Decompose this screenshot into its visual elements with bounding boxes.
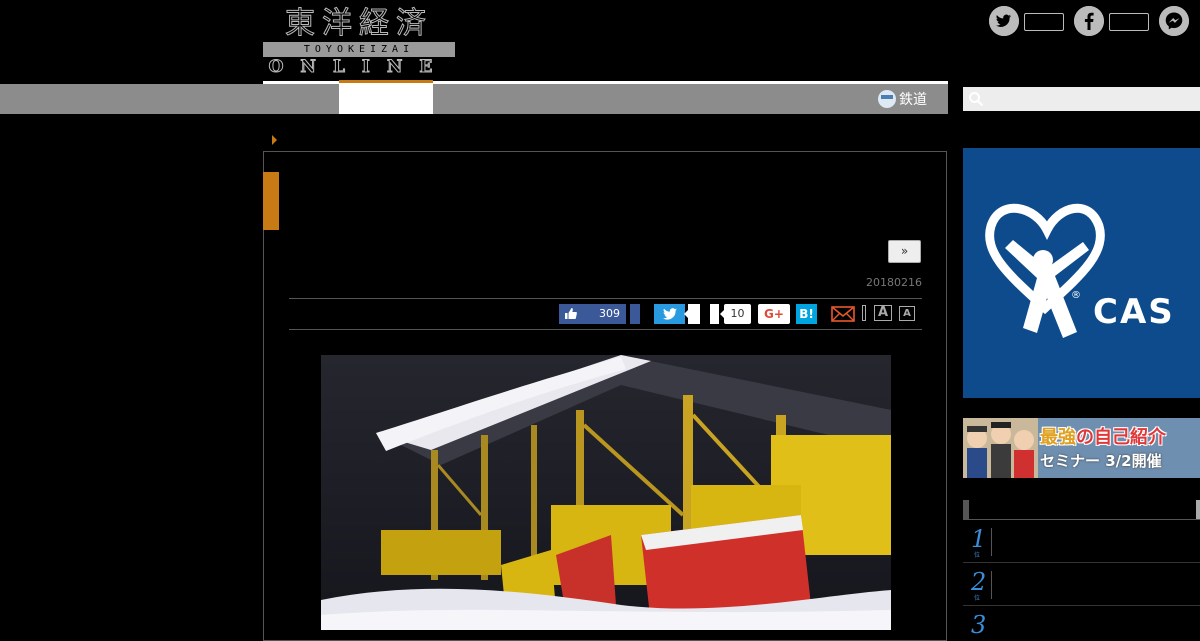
logo-kanji: 東洋経済: [285, 6, 433, 42]
search-icon[interactable]: [968, 91, 984, 107]
rank-divider: [991, 528, 992, 556]
facebook-like-count: 309: [599, 307, 620, 320]
ad-headline-rest: の自己紹介: [1076, 427, 1166, 448]
nav-item-railway[interactable]: 鉄道: [878, 87, 927, 111]
rank-suffix: 位: [974, 552, 981, 559]
ad-subline: セミナー 3/2開催: [1040, 452, 1162, 470]
share-separator: [862, 305, 866, 321]
ad-banner-seminar[interactable]: 最強の自己紹介 セミナー 3/2開催: [963, 418, 1200, 478]
hatena-bookmark-count: 10: [720, 304, 751, 324]
ranking-header: [963, 500, 1200, 520]
share-bottom-divider: [289, 329, 922, 330]
rank-number: 1: [971, 525, 987, 553]
article-photo: [321, 355, 891, 630]
ranking-item-2[interactable]: 2 位: [963, 563, 1200, 606]
rank-suffix: 位: [974, 595, 981, 602]
next-page-button[interactable]: »: [888, 240, 921, 263]
ranking-item-3[interactable]: 3: [963, 606, 1200, 638]
twitter-icon[interactable]: [989, 6, 1019, 36]
twitter-count-bubble: [1024, 13, 1064, 31]
font-size-large-button[interactable]: A: [874, 305, 892, 321]
mail-icon[interactable]: [831, 304, 855, 324]
train-icon: [878, 90, 896, 108]
facebook-share-button[interactable]: [630, 304, 640, 324]
ad-brand-text: CAS: [1093, 292, 1175, 332]
ad-headline-strong: 最強: [1040, 427, 1076, 448]
share-top-divider: [289, 298, 922, 299]
twitter-share-count: [684, 304, 700, 324]
ranking-item-1[interactable]: 1 位: [963, 520, 1200, 563]
nav-item-railway-label: 鉄道: [899, 92, 927, 108]
share-placeholder: [710, 304, 719, 324]
facebook-like-button[interactable]: 309: [559, 304, 626, 324]
facebook-icon[interactable]: [1074, 6, 1104, 36]
hatena-bookmark-button[interactable]: B!: [796, 304, 817, 324]
nav-bar: [0, 84, 948, 114]
logo-online: ONLINE: [268, 57, 450, 77]
gplus-share-button[interactable]: G+: [758, 304, 790, 324]
search-input[interactable]: [963, 87, 1200, 111]
breadcrumb-arrow-icon: [272, 135, 277, 145]
rank-divider: [991, 571, 992, 599]
ad-registered-mark: ®: [1071, 290, 1081, 301]
font-size-small-button[interactable]: A: [899, 306, 915, 321]
twitter-share-button[interactable]: [654, 304, 685, 324]
nav-tab-active[interactable]: [339, 80, 433, 114]
facebook-count-bubble: [1109, 13, 1149, 31]
ad-illustration: [963, 418, 1038, 478]
article-title-marker: [263, 172, 279, 230]
ad-banner-cas[interactable]: ® CAS: [963, 148, 1200, 398]
site-logo[interactable]: 東洋経済 TOYOKEIZAI ONLINE: [263, 6, 455, 77]
ad-headline: 最強の自己紹介: [1040, 423, 1166, 449]
rank-number: 2: [971, 568, 987, 596]
article-date: 20180216: [866, 276, 922, 289]
logo-band: TOYOKEIZAI: [263, 42, 455, 57]
rank-number: 3: [971, 611, 987, 639]
thumbs-up-icon: [564, 304, 577, 327]
messenger-icon[interactable]: [1159, 6, 1189, 36]
